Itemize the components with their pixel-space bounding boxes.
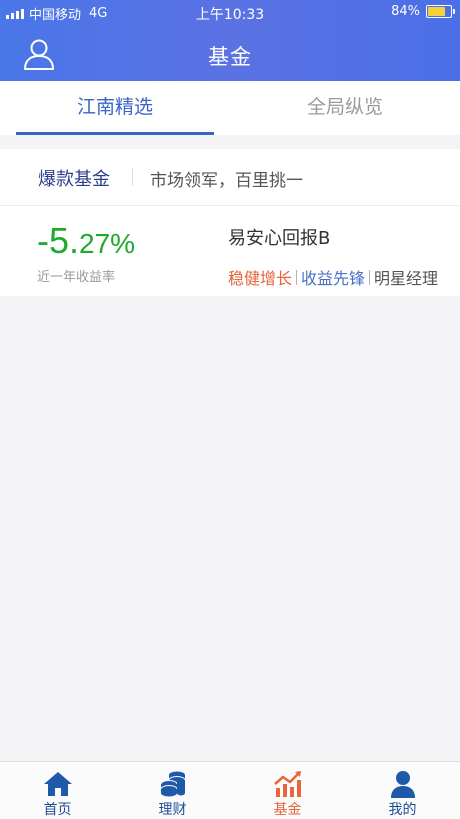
status-bar: 中国移动 4G 上午10:33 84% (0, 0, 460, 24)
bottom-nav: 首页 理财 基金 我的 (0, 761, 460, 819)
tag-divider (296, 269, 298, 285)
battery-icon (426, 5, 455, 18)
nav-bar: 基金 (0, 26, 460, 81)
bottom-nav-label: 理财 (158, 802, 187, 818)
status-right: 84% (391, 4, 455, 19)
page-title: 基金 (208, 45, 252, 69)
tab-jiangnan-selection[interactable]: 江南精选 (0, 81, 230, 135)
tag-star-manager: 明星经理 (374, 269, 439, 288)
chart-icon (274, 771, 301, 797)
tag-return-pioneer: 收益先锋 (301, 269, 366, 288)
home-icon (44, 772, 72, 796)
bottom-nav-home[interactable]: 首页 (0, 762, 115, 819)
bottom-nav-fund[interactable]: 基金 (230, 762, 345, 819)
card-slogan: 市场领军，百里挑一 (150, 171, 303, 191)
fund-name[interactable]: 易安心回报B (228, 224, 330, 250)
bottom-nav-wealth[interactable]: 理财 (115, 762, 230, 819)
card-header: 爆款基金 市场领军，百里挑一 (0, 149, 460, 206)
fund-tags: 稳健增长 收益先锋 明星经理 (228, 265, 438, 289)
top-bar: 中国移动 4G 上午10:33 84% 基金 (0, 0, 460, 81)
bottom-nav-label: 我的 (388, 802, 417, 818)
battery-nub (453, 9, 455, 14)
tag-steady-growth: 稳健增长 (228, 269, 293, 288)
person-icon (391, 771, 415, 798)
battery-percent: 84% (391, 4, 420, 19)
tag-divider (369, 269, 371, 285)
active-tab-indicator (16, 132, 214, 135)
rate-integer: -5. (37, 220, 80, 261)
bottom-nav-label: 基金 (273, 802, 302, 818)
bottom-nav-mine[interactable]: 我的 (345, 762, 460, 819)
bottom-nav-label: 首页 (43, 802, 72, 818)
fund-return-rate: -5.27% (37, 220, 135, 262)
rate-decimal: 27% (79, 228, 136, 259)
tab-overview[interactable]: 全局纵览 (230, 81, 460, 135)
card-title: 爆款基金 (38, 169, 110, 190)
return-rate-label: 近一年收益率 (37, 270, 116, 285)
tab-bar: 江南精选 全局纵览 (0, 81, 460, 135)
coins-icon (160, 771, 186, 797)
fund-card[interactable]: 爆款基金 市场领军，百里挑一 -5.27% 近一年收益率 易安心回报B 稳健增长… (0, 149, 460, 296)
battery-fill (428, 7, 445, 16)
card-divider (132, 168, 133, 186)
